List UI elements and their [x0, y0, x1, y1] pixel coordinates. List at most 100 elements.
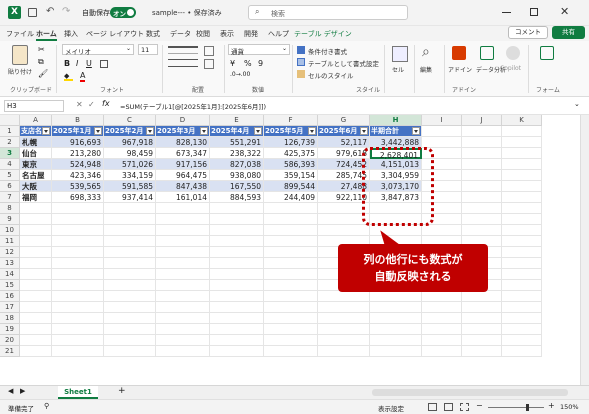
redo-icon[interactable]: ↷ — [62, 6, 70, 17]
cell[interactable] — [370, 291, 422, 302]
cell[interactable] — [20, 324, 52, 335]
cell[interactable] — [462, 159, 502, 170]
cell[interactable] — [502, 225, 542, 236]
row-header[interactable]: 17 — [0, 302, 20, 313]
addins-button[interactable]: アドイン — [448, 65, 472, 74]
accessibility-icon[interactable]: ⚲ — [44, 402, 49, 410]
enter-icon[interactable]: ✓ — [88, 100, 95, 109]
table-header-cell[interactable]: 2025年6月 — [318, 126, 370, 137]
merge-icon[interactable] — [204, 59, 214, 69]
value-cell[interactable]: 334,159 — [104, 170, 156, 181]
cell[interactable] — [104, 346, 156, 357]
cell[interactable] — [502, 126, 542, 137]
cut-icon[interactable]: ✂ — [38, 45, 45, 54]
value-cell[interactable]: 213,280 — [52, 148, 104, 159]
cell[interactable] — [52, 280, 104, 291]
format-painter-icon[interactable]: 🖌 — [38, 69, 48, 78]
row-header[interactable]: 6 — [0, 181, 20, 192]
wrap-text-icon[interactable] — [204, 46, 214, 56]
cell[interactable] — [104, 313, 156, 324]
cell[interactable] — [462, 214, 502, 225]
cell[interactable] — [502, 313, 542, 324]
worksheet-grid[interactable]: ABCDEFGHIJK 1 2 3 4 5 6 7 8 9 10 11 12 13 14 15 16 17 18 1… — [0, 115, 589, 385]
paste-icon[interactable] — [12, 45, 28, 65]
cell[interactable] — [462, 170, 502, 181]
value-cell[interactable]: 827,038 — [210, 159, 264, 170]
cell[interactable] — [210, 335, 264, 346]
format-as-table-button[interactable]: テーブルとして書式設定 — [308, 58, 379, 68]
share-button[interactable]: 共有 — [552, 26, 585, 39]
copilot-icon[interactable] — [506, 46, 520, 60]
align-left-icon[interactable] — [168, 59, 198, 67]
tab-formulas[interactable]: 数式 — [146, 29, 160, 39]
column-header[interactable]: J — [462, 115, 502, 126]
column-header[interactable]: B — [52, 115, 104, 126]
doc-title[interactable]: sample--- • 保存済み — [152, 8, 222, 18]
cell[interactable] — [462, 313, 502, 324]
find-icon[interactable]: ⌕ — [422, 44, 430, 60]
cell[interactable] — [20, 203, 52, 214]
forms-icon[interactable] — [540, 46, 554, 60]
column-header[interactable]: K — [502, 115, 542, 126]
cells-button[interactable]: セル — [392, 65, 404, 74]
cell[interactable] — [210, 346, 264, 357]
cell[interactable] — [462, 181, 502, 192]
row-header[interactable]: 18 — [0, 313, 20, 324]
cell[interactable] — [156, 258, 210, 269]
cell[interactable] — [264, 269, 318, 280]
value-cell[interactable]: 917,156 — [156, 159, 210, 170]
value-cell[interactable]: 244,409 — [264, 192, 318, 203]
cell[interactable] — [318, 324, 370, 335]
cell[interactable] — [462, 126, 502, 137]
cell[interactable] — [156, 346, 210, 357]
vertical-scrollbar[interactable] — [580, 115, 589, 385]
cells-icon[interactable] — [392, 46, 408, 62]
cell[interactable] — [462, 302, 502, 313]
display-settings-button[interactable]: 表示設定 — [378, 403, 404, 413]
column-header[interactable]: C — [104, 115, 156, 126]
comment-button[interactable]: コメント — [508, 26, 548, 39]
cell[interactable] — [318, 291, 370, 302]
value-cell[interactable]: 964,475 — [156, 170, 210, 181]
row-header[interactable]: 5 — [0, 170, 20, 181]
cell[interactable] — [210, 203, 264, 214]
value-cell[interactable]: 524,948 — [52, 159, 104, 170]
cell[interactable] — [104, 324, 156, 335]
cell[interactable] — [502, 148, 542, 159]
cell[interactable] — [20, 269, 52, 280]
cell[interactable] — [462, 225, 502, 236]
value-cell[interactable]: 884,593 — [210, 192, 264, 203]
cell[interactable] — [264, 291, 318, 302]
cell[interactable] — [502, 137, 542, 148]
value-cell[interactable]: 126,739 — [264, 137, 318, 148]
value-cell[interactable]: 425,375 — [264, 148, 318, 159]
cell[interactable] — [104, 280, 156, 291]
cell[interactable] — [156, 324, 210, 335]
cell[interactable] — [502, 269, 542, 280]
cell[interactable] — [370, 346, 422, 357]
cancel-icon[interactable]: ✕ — [76, 100, 83, 109]
cell[interactable] — [462, 203, 502, 214]
cell[interactable] — [318, 302, 370, 313]
cell[interactable] — [156, 269, 210, 280]
italic-icon[interactable]: I — [76, 59, 78, 68]
row-header[interactable]: 16 — [0, 291, 20, 302]
cell[interactable] — [104, 302, 156, 313]
cell[interactable] — [422, 313, 462, 324]
column-header[interactable]: G — [318, 115, 370, 126]
cell[interactable] — [52, 258, 104, 269]
percent-icon[interactable]: % — [244, 59, 252, 68]
row-header[interactable]: 4 — [0, 159, 20, 170]
filter-dropdown-icon[interactable] — [254, 127, 262, 135]
row-header[interactable]: 3 — [0, 148, 20, 159]
cell[interactable] — [462, 346, 502, 357]
table-header-cell[interactable]: 2025年1月 — [52, 126, 104, 137]
conditional-format-button[interactable]: 条件付き書式 — [308, 46, 347, 56]
row-header[interactable]: 20 — [0, 335, 20, 346]
tab-help[interactable]: ヘルプ — [268, 29, 289, 39]
cell[interactable] — [502, 291, 542, 302]
cell[interactable] — [156, 313, 210, 324]
maximize-icon[interactable] — [530, 8, 538, 16]
copilot-button[interactable]: Copilot — [500, 65, 521, 72]
cell[interactable] — [502, 236, 542, 247]
